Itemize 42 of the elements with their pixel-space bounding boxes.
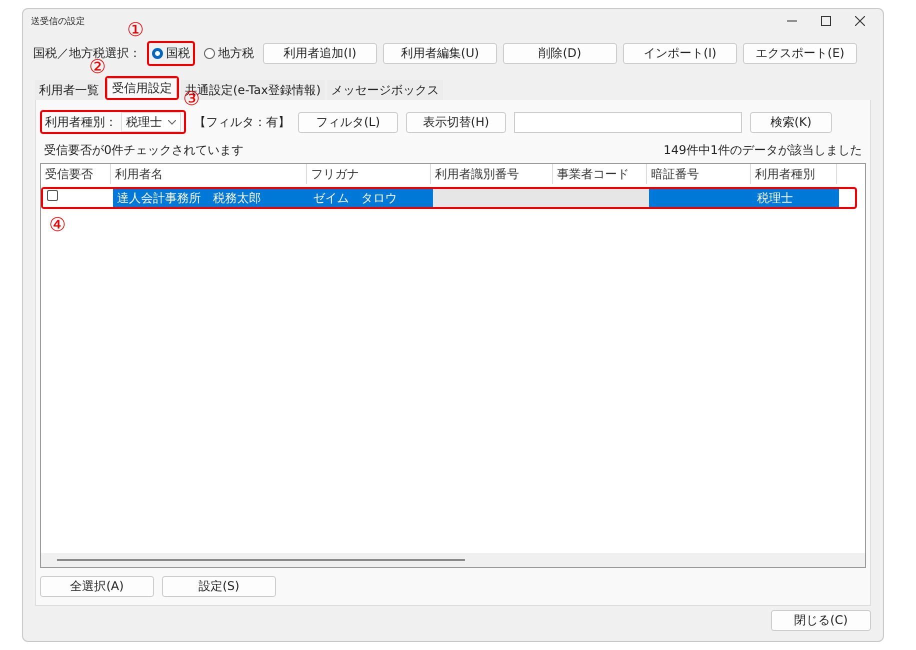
column-header[interactable]: 利用者識別番号: [431, 164, 553, 184]
user-type-dropdown[interactable]: 税理士: [121, 112, 181, 132]
table-cell: 税理士: [753, 189, 839, 207]
callout-number: ④: [49, 216, 66, 235]
user-type-label: 利用者種別：: [45, 114, 117, 130]
column-header[interactable]: フリガナ: [307, 164, 431, 184]
tab[interactable]: メッセージボックス: [326, 80, 443, 100]
column-header[interactable]: 事業者コード: [553, 164, 647, 184]
search-field[interactable]: [514, 112, 742, 132]
close-dialog-button[interactable]: 閉じる(C): [771, 610, 871, 631]
tax-selector-label: 国税／地方税選択：: [33, 45, 141, 60]
search-button[interactable]: 検索(K): [750, 112, 832, 132]
close-icon: [855, 16, 865, 26]
column-header[interactable]: 受信要否: [41, 164, 111, 184]
filter-button[interactable]: フィルタ(L): [298, 112, 398, 132]
radio-option[interactable]: 国税: [149, 43, 193, 64]
bottom-button[interactable]: 全選択(A): [40, 576, 154, 597]
maximize-icon: [821, 16, 831, 26]
toolbar-button[interactable]: 利用者編集(U): [383, 43, 497, 64]
radio-option[interactable]: 地方税: [201, 43, 257, 64]
filter-button[interactable]: 表示切替(H): [406, 112, 506, 132]
match-count-text: 149件中1件のデータが該当しました: [663, 142, 862, 159]
filter-status: 【フィルタ：有】: [194, 114, 290, 130]
column-header[interactable]: 暗証番号: [647, 164, 751, 184]
table-cell: ゼイム タロウ: [309, 189, 433, 207]
chevron-down-icon: [168, 120, 176, 124]
tab[interactable]: 利用者一覧: [35, 80, 103, 100]
checked-count-text: 受信要否が0件チェックされています: [44, 142, 244, 159]
table-cell: 達人会計事務所 税務太郎: [113, 189, 309, 207]
bottom-button[interactable]: 設定(S): [162, 576, 276, 597]
toolbar-button[interactable]: インポート(I): [623, 43, 737, 64]
toolbar-button[interactable]: エクスポート(E): [743, 43, 857, 64]
window-title: 送受信の設定: [31, 16, 86, 28]
column-header[interactable]: 利用者種別: [751, 164, 837, 184]
callout-number: ①: [127, 21, 144, 40]
toolbar-button[interactable]: 削除(D): [503, 43, 617, 64]
checkbox[interactable]: [47, 190, 58, 201]
tab[interactable]: 受信用設定: [107, 78, 177, 98]
toolbar-button[interactable]: 利用者追加(I): [263, 43, 377, 64]
callout-number: ②: [89, 58, 106, 77]
horizontal-scrollbar[interactable]: [41, 553, 865, 567]
column-header[interactable]: 利用者名: [111, 164, 307, 184]
